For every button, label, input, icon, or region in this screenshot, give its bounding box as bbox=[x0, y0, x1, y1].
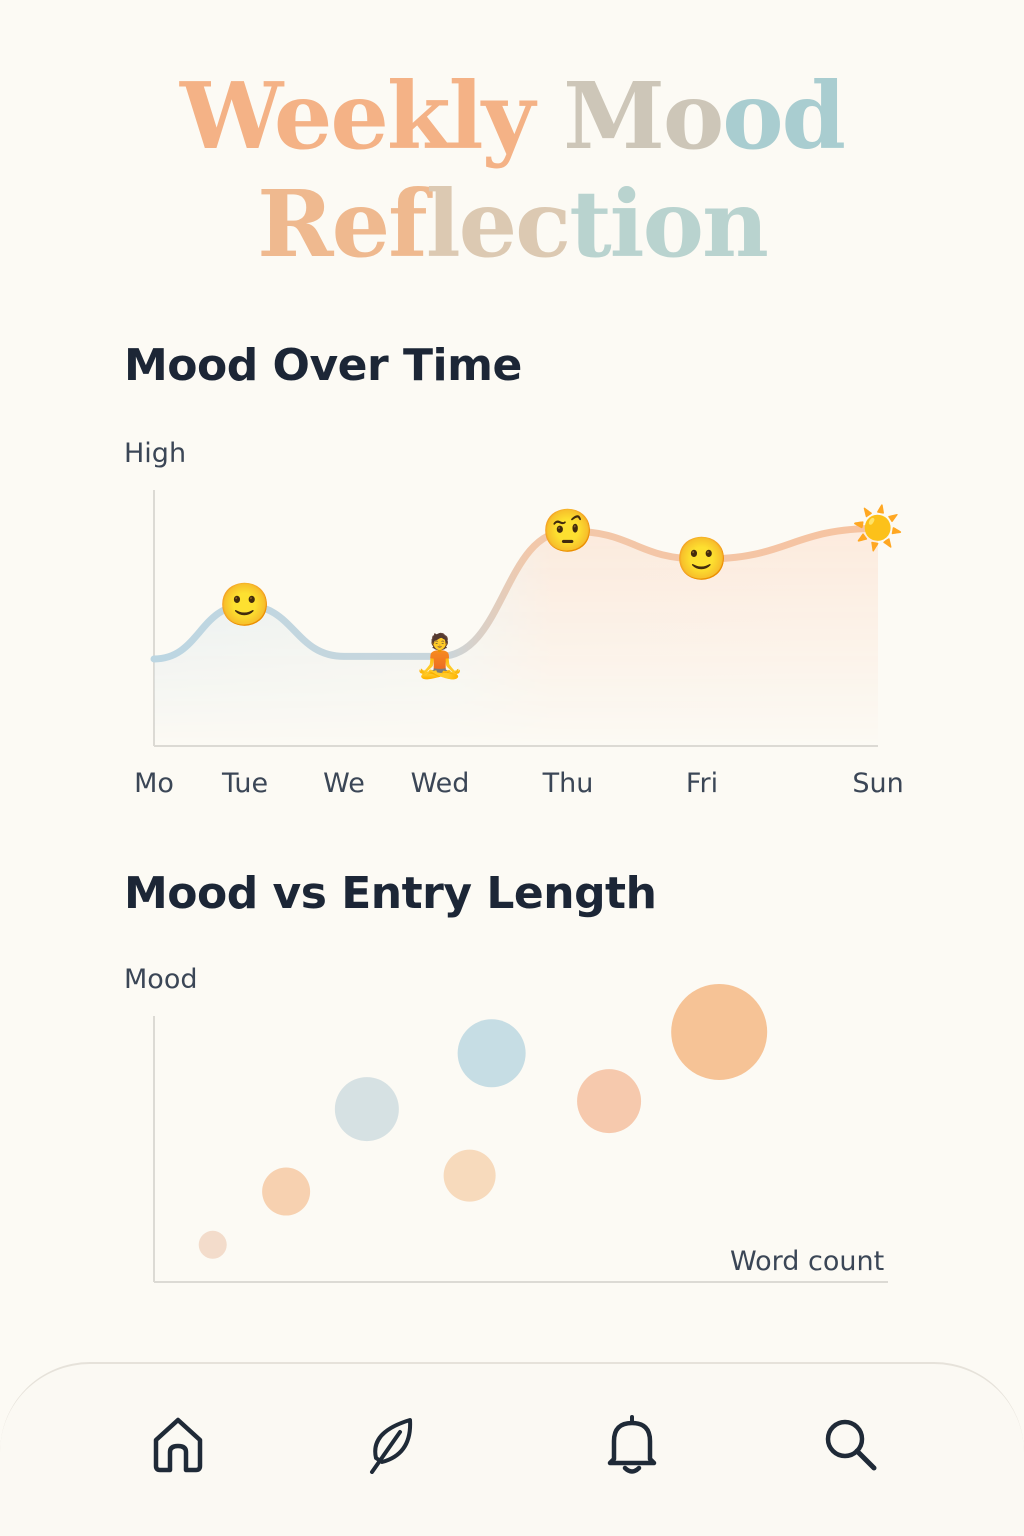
nav-home-button[interactable] bbox=[146, 1412, 210, 1476]
bubble-chart-x-label: Word count bbox=[730, 1246, 885, 1277]
bottom-nav bbox=[0, 1362, 1024, 1536]
home-icon bbox=[153, 1417, 203, 1473]
nav-search-button[interactable] bbox=[818, 1412, 882, 1476]
nav-notifications-button[interactable] bbox=[600, 1412, 664, 1476]
bubble-point-4[interactable] bbox=[457, 1019, 526, 1088]
leaf-icon bbox=[370, 1418, 413, 1474]
bubble-point-6[interactable] bbox=[671, 983, 768, 1080]
mood-reflection-screen: Weekly Mood Reflection Mood Over Time Hi… bbox=[0, 0, 1024, 1536]
search-icon bbox=[825, 1419, 877, 1471]
bubble-point-3[interactable] bbox=[443, 1149, 496, 1202]
bell-icon bbox=[607, 1415, 657, 1474]
bubble-point-2[interactable] bbox=[334, 1077, 399, 1142]
bubble-point-1[interactable] bbox=[262, 1167, 311, 1216]
bubble-point-0[interactable] bbox=[198, 1230, 227, 1259]
nav-journal-button[interactable] bbox=[358, 1412, 422, 1476]
mood-vs-length-chart bbox=[153, 983, 888, 1283]
bubble-point-5[interactable] bbox=[577, 1069, 642, 1134]
